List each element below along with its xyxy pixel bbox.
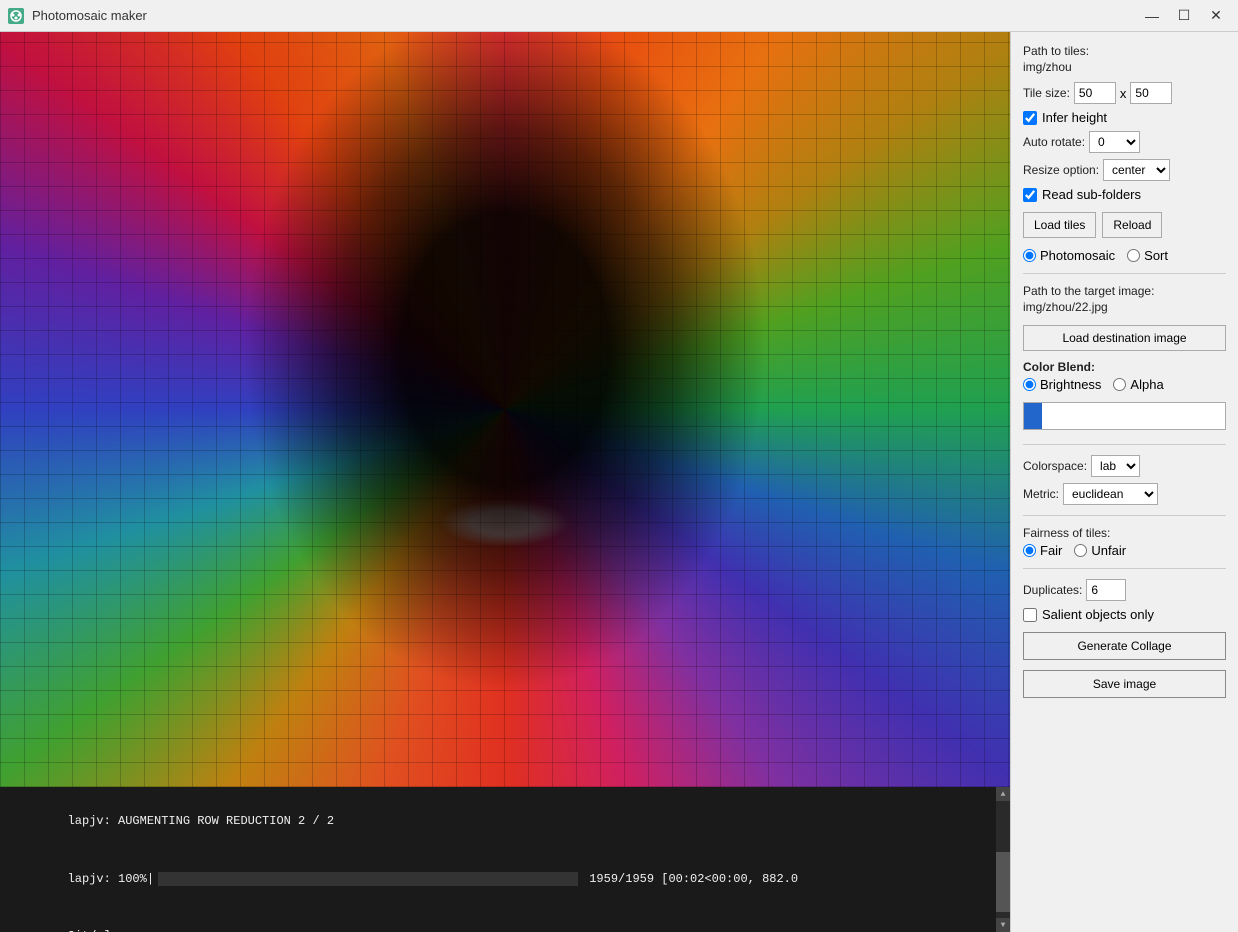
divider-2 <box>1023 444 1226 445</box>
brightness-radio[interactable] <box>1023 378 1036 391</box>
mosaic-display <box>0 32 1010 787</box>
duplicates-label: Duplicates: <box>1023 583 1082 597</box>
app-icon <box>8 8 24 24</box>
alpha-radio-item: Alpha <box>1113 377 1163 392</box>
infer-height-checkbox[interactable] <box>1023 111 1037 125</box>
tiles-buttons-row: Load tiles Reload <box>1023 212 1226 238</box>
fair-radio-item: Fair <box>1023 543 1062 558</box>
resize-option-select[interactable]: center crop stretch <box>1103 159 1170 181</box>
fairness-radio-row: Fair Unfair <box>1023 543 1226 558</box>
brightness-radio-item: Brightness <box>1023 377 1101 392</box>
unfair-label[interactable]: Unfair <box>1091 543 1126 558</box>
app-title: Photomosaic maker <box>32 8 1138 23</box>
colorspace-row: Colorspace: lab rgb hsv <box>1023 455 1226 477</box>
unfair-radio-item: Unfair <box>1074 543 1126 558</box>
fairness-label: Fairness of tiles: <box>1023 526 1226 540</box>
auto-rotate-label: Auto rotate: <box>1023 135 1085 149</box>
tile-size-x-input[interactable] <box>1074 82 1116 104</box>
save-image-button[interactable]: Save image <box>1023 670 1226 698</box>
console-line-1: lapjv: AUGMENTING ROW REDUCTION 2 / 2 <box>10 793 1000 851</box>
console-line-3: 3it/s] <box>10 908 1000 932</box>
alpha-label[interactable]: Alpha <box>1130 377 1163 392</box>
read-subfolders-label[interactable]: Read sub-folders <box>1042 187 1141 202</box>
target-path-value: img/zhou/22.jpg <box>1023 300 1226 314</box>
maximize-button[interactable]: ☐ <box>1170 4 1198 28</box>
tile-size-y-input[interactable] <box>1130 82 1172 104</box>
photomosaic-radio-item: Photomosaic <box>1023 248 1115 263</box>
colorspace-select[interactable]: lab rgb hsv <box>1091 455 1140 477</box>
divider-4 <box>1023 568 1226 569</box>
slider-fill <box>1024 403 1042 429</box>
load-destination-button[interactable]: Load destination image <box>1023 325 1226 351</box>
photomosaic-label[interactable]: Photomosaic <box>1040 248 1115 263</box>
color-blend-radio-row: Brightness Alpha <box>1023 377 1226 392</box>
read-subfolders-checkbox[interactable] <box>1023 188 1037 202</box>
progress-bar <box>158 872 578 886</box>
fairness-section: Fairness of tiles: Fair Unfair <box>1023 526 1226 558</box>
path-to-target-label: Path to the target image: <box>1023 284 1226 298</box>
minimize-button[interactable]: — <box>1138 4 1166 28</box>
metric-select[interactable]: euclidean cosine manhattan <box>1063 483 1158 505</box>
blend-slider[interactable] <box>1023 402 1226 430</box>
reload-button[interactable]: Reload <box>1102 212 1162 238</box>
scrollbar-thumb[interactable] <box>996 852 1010 912</box>
scroll-up-button[interactable]: ▲ <box>996 787 1010 801</box>
alpha-radio[interactable] <box>1113 378 1126 391</box>
tiles-path-value: img/zhou <box>1023 60 1226 74</box>
brightness-label[interactable]: Brightness <box>1040 377 1101 392</box>
fair-radio[interactable] <box>1023 544 1036 557</box>
scroll-down-button[interactable]: ▼ <box>996 918 1010 932</box>
unfair-radio[interactable] <box>1074 544 1087 557</box>
sort-radio-item: Sort <box>1127 248 1168 263</box>
salient-label[interactable]: Salient objects only <box>1042 607 1154 622</box>
close-button[interactable]: ✕ <box>1202 4 1230 28</box>
main-layout: lapjv: AUGMENTING ROW REDUCTION 2 / 2 la… <box>0 32 1238 932</box>
metric-row: Metric: euclidean cosine manhattan <box>1023 483 1226 505</box>
auto-rotate-select[interactable]: 0 90 180 270 <box>1089 131 1140 153</box>
duplicates-row: Duplicates: <box>1023 579 1226 601</box>
color-blend-section: Color Blend: Brightness Alpha <box>1023 360 1226 392</box>
sort-label[interactable]: Sort <box>1144 248 1168 263</box>
resize-option-row: Resize option: center crop stretch <box>1023 159 1226 181</box>
salient-checkbox[interactable] <box>1023 608 1037 622</box>
metric-label: Metric: <box>1023 487 1059 501</box>
titlebar: Photomosaic maker — ☐ ✕ <box>0 0 1238 32</box>
console-scrollbar[interactable]: ▲ ▼ <box>996 787 1010 932</box>
tile-size-row: Tile size: x <box>1023 82 1226 104</box>
photomosaic-radio[interactable] <box>1023 249 1036 262</box>
image-area <box>0 32 1010 787</box>
fair-label[interactable]: Fair <box>1040 543 1062 558</box>
read-subfolders-row: Read sub-folders <box>1023 187 1226 202</box>
auto-rotate-row: Auto rotate: 0 90 180 270 <box>1023 131 1226 153</box>
sort-radio[interactable] <box>1127 249 1140 262</box>
salient-row: Salient objects only <box>1023 607 1226 622</box>
colorspace-label: Colorspace: <box>1023 459 1087 473</box>
infer-height-row: Infer height <box>1023 110 1226 125</box>
divider-1 <box>1023 273 1226 274</box>
window-controls: — ☐ ✕ <box>1138 4 1230 28</box>
divider-3 <box>1023 515 1226 516</box>
console-line-2: lapjv: 100%| 1959/1959 [00:02<00:00, 882… <box>10 851 1000 909</box>
console-area: lapjv: AUGMENTING ROW REDUCTION 2 / 2 la… <box>0 787 1010 932</box>
path-to-target-section: Path to the target image: img/zhou/22.jp… <box>1023 284 1226 316</box>
resize-option-label: Resize option: <box>1023 163 1099 177</box>
color-blend-label: Color Blend: <box>1023 360 1226 374</box>
infer-height-label[interactable]: Infer height <box>1042 110 1107 125</box>
mode-radio-row: Photomosaic Sort <box>1023 248 1226 263</box>
generate-collage-button[interactable]: Generate Collage <box>1023 632 1226 660</box>
path-to-tiles-label: Path to tiles: <box>1023 44 1226 58</box>
tile-size-sep: x <box>1120 86 1127 101</box>
tile-size-label: Tile size: <box>1023 86 1070 100</box>
right-panel: Path to tiles: img/zhou Tile size: x Inf… <box>1010 32 1238 932</box>
left-panel: lapjv: AUGMENTING ROW REDUCTION 2 / 2 la… <box>0 32 1010 932</box>
load-tiles-button[interactable]: Load tiles <box>1023 212 1096 238</box>
path-to-tiles-section: Path to tiles: img/zhou <box>1023 44 1226 76</box>
duplicates-input[interactable] <box>1086 579 1126 601</box>
